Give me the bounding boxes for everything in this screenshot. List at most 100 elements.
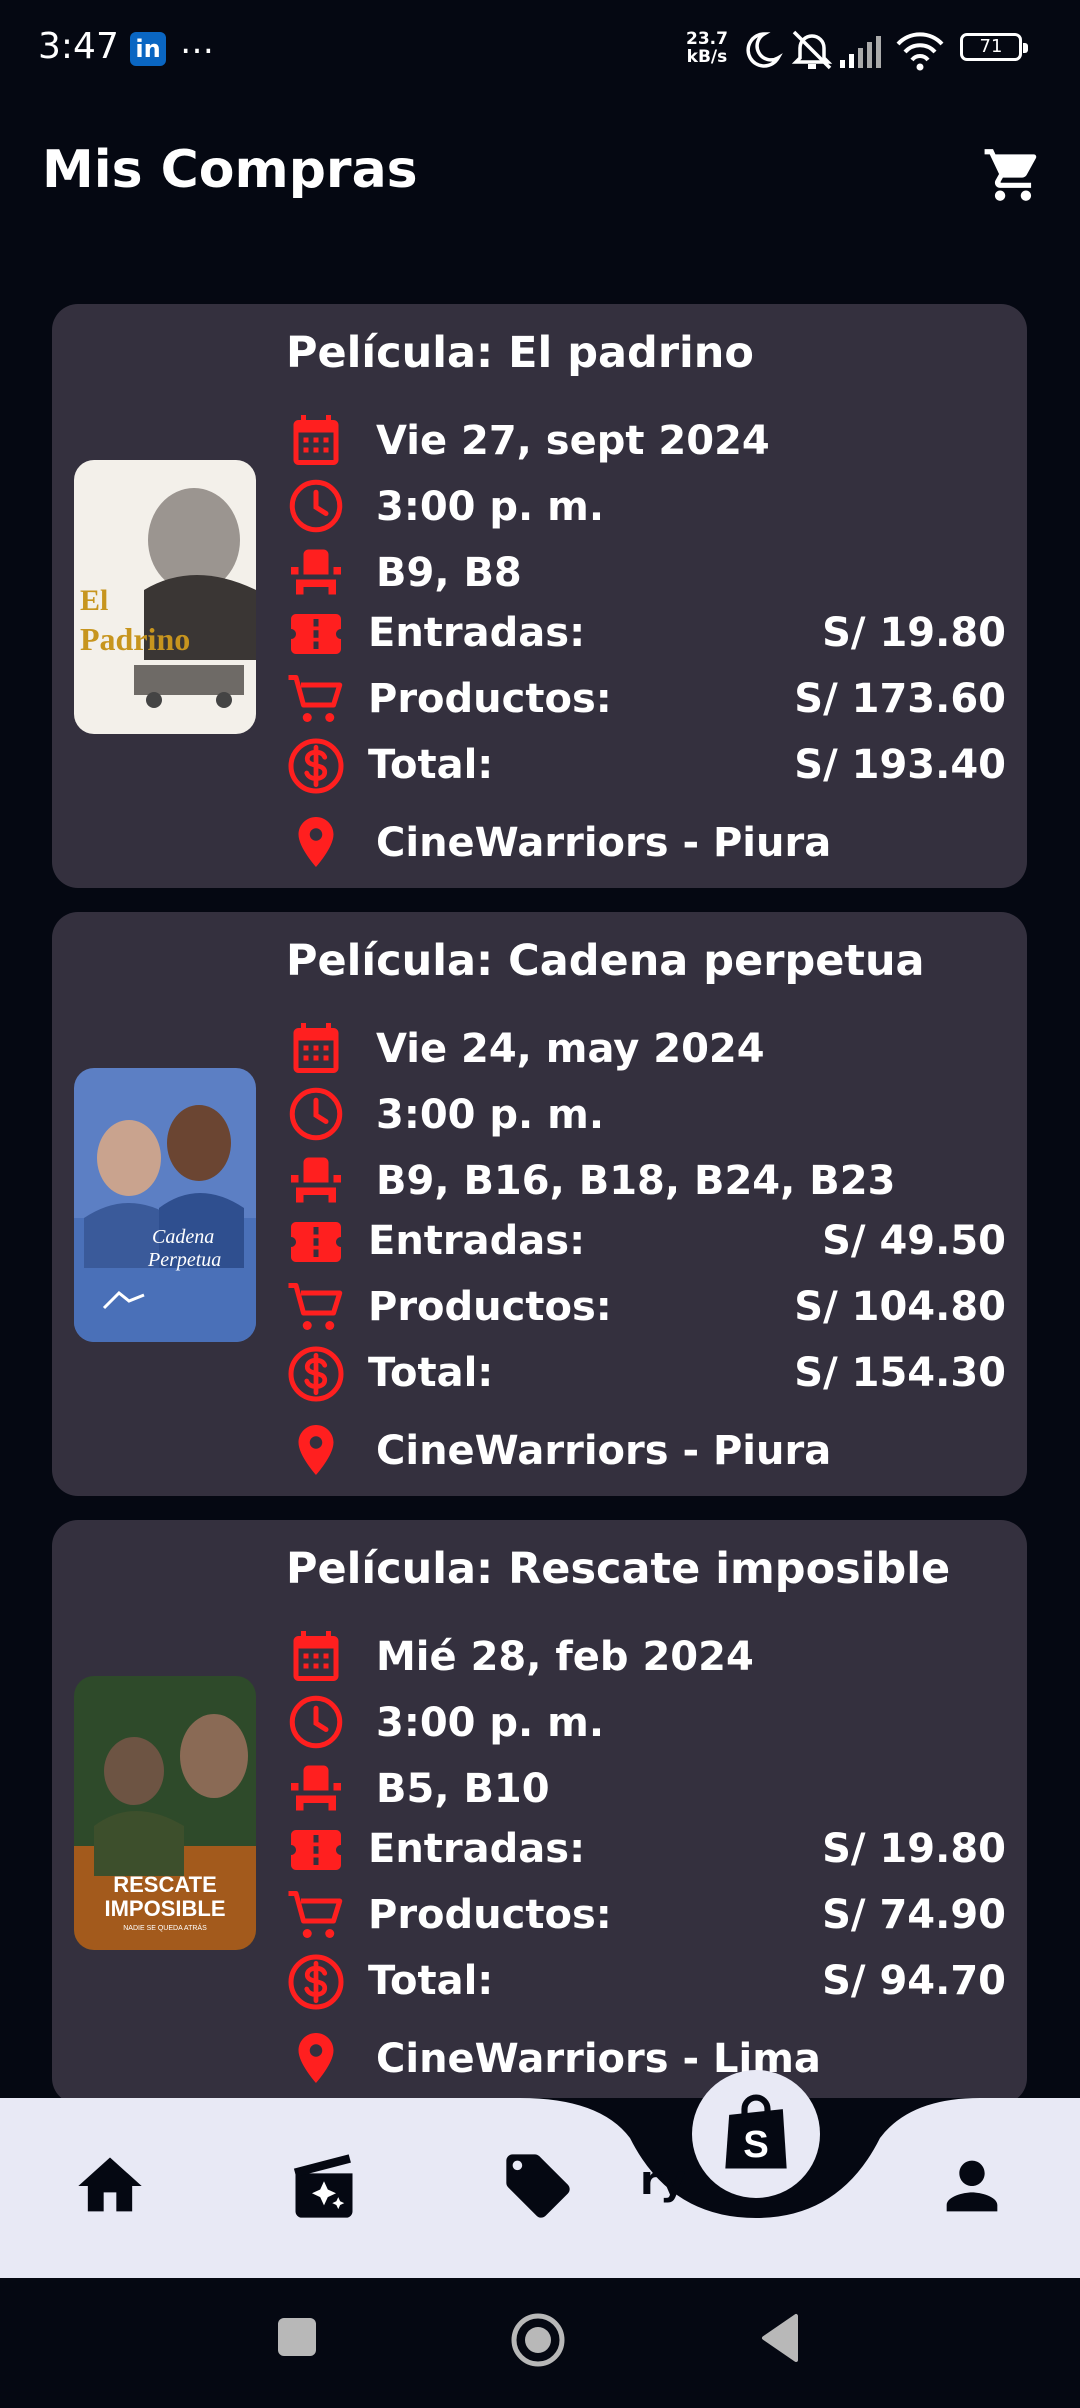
movie-poster-el-padrino: El Padrino [74, 460, 256, 734]
cart-icon [286, 670, 346, 730]
more-notifications-icon: … [180, 22, 214, 62]
nav-profile-button[interactable] [934, 2148, 1010, 2224]
clock-icon [286, 476, 346, 536]
time-row: 3:00 p. m. [286, 1084, 1006, 1144]
tickets-label: Entradas: [368, 610, 586, 656]
purchase-seats: B9, B8 [376, 550, 522, 596]
clock-icon [286, 1692, 346, 1752]
poster-title-imposible: IMPOSIBLE [104, 1896, 225, 1921]
calendar-icon [286, 410, 346, 470]
tickets-value: S/ 19.80 [822, 610, 1006, 656]
battery-icon: 71 [960, 33, 1028, 61]
nav-promotions-button[interactable] [500, 2148, 576, 2224]
total-value: S/ 94.70 [822, 1958, 1006, 2004]
dollar-icon [286, 1952, 346, 2012]
purchase-location: CineWarriors - Piura [376, 1428, 832, 1474]
total-value: S/ 154.30 [794, 1350, 1006, 1396]
purchase-card[interactable]: El Padrino Película: El padrino Vie 27, … [52, 304, 1027, 888]
home-icon [78, 2157, 142, 2212]
purchase-location: CineWarriors - Piura [376, 820, 832, 866]
location-pin-icon [286, 2028, 346, 2088]
nav-shop-button[interactable]: S [692, 2070, 820, 2198]
movie-title: Película: Cadena perpetua [286, 936, 925, 986]
network-speed: 23.7 kB/s [686, 30, 728, 66]
poster-title-cadena: Cadena [152, 1226, 214, 1248]
status-time: 3:47 [38, 26, 119, 67]
cart-icon [286, 1278, 346, 1338]
purchase-time: 3:00 p. m. [376, 1092, 605, 1138]
products-row: Productos: S/ 74.90 [286, 1886, 1006, 1946]
movie-title: Película: Rescate imposible [286, 1544, 951, 1594]
tickets-row: Entradas: S/ 19.80 [286, 1820, 1006, 1880]
tickets-label: Entradas: [368, 1218, 586, 1264]
total-row: Total: S/ 94.70 [286, 1952, 1006, 2012]
dollar-icon [286, 1344, 346, 1404]
purchase-time: 3:00 p. m. [376, 484, 605, 530]
products-value: S/ 173.60 [794, 676, 1006, 722]
ticket-icon [286, 1212, 346, 1272]
seat-icon [286, 1758, 346, 1818]
calendar-icon [286, 1018, 346, 1078]
products-row: Productos: S/ 173.60 [286, 670, 1006, 730]
date-row: Mié 28, feb 2024 [286, 1626, 1006, 1686]
products-label: Productos: [368, 1284, 612, 1330]
total-row: Total: S/ 193.40 [286, 736, 1006, 796]
total-label: Total: [368, 1350, 494, 1396]
signal-icon [840, 36, 881, 68]
products-value: S/ 104.80 [794, 1284, 1006, 1330]
location-pin-icon [286, 812, 346, 872]
status-icons [746, 30, 944, 71]
purchase-time: 3:00 p. m. [376, 1700, 605, 1746]
cart-button[interactable] [982, 144, 1044, 206]
wifi-icon [896, 32, 944, 71]
purchase-card[interactable]: Cadena Perpetua Película: Cadena perpetu… [52, 912, 1027, 1496]
tickets-row: Entradas: S/ 49.50 [286, 1212, 1006, 1272]
clock-icon [286, 1084, 346, 1144]
seat-icon [286, 1150, 346, 1210]
purchase-date: Vie 27, sept 2024 [376, 418, 770, 464]
dollar-icon [286, 736, 346, 796]
poster-title-rescate: RESCATE [113, 1872, 217, 1897]
location-row: CineWarriors - Lima [286, 2028, 1006, 2088]
products-label: Productos: [368, 676, 612, 722]
poster-title-el: El [80, 584, 108, 617]
home-circle-icon [511, 2313, 565, 2367]
seats-row: B9, B16, B18, B24, B23 [286, 1150, 1006, 1210]
products-value: S/ 74.90 [822, 1892, 1006, 1938]
seat-icon [286, 542, 346, 602]
back-icon [762, 2314, 798, 2362]
back-button[interactable] [756, 2310, 812, 2366]
poster-tagline: NADIE SE QUEDA ATRÁS [123, 1923, 207, 1932]
products-row: Productos: S/ 104.80 [286, 1278, 1006, 1338]
total-label: Total: [368, 1958, 494, 2004]
nav-partial-label: ry [640, 2158, 686, 2204]
recents-icon [278, 2318, 316, 2356]
purchase-card[interactable]: RESCATE IMPOSIBLE NADIE SE QUEDA ATRÁS P… [52, 1520, 1027, 2104]
poster-title-padrino: Padrino [80, 621, 190, 657]
status-bar: 3:47 in … 23.7 kB/s 71 [0, 0, 1080, 100]
total-value: S/ 193.40 [794, 742, 1006, 788]
time-row: 3:00 p. m. [286, 476, 1006, 536]
tickets-row: Entradas: S/ 19.80 [286, 604, 1006, 664]
ticket-icon [286, 604, 346, 664]
purchase-seats: B9, B16, B18, B24, B23 [376, 1158, 896, 1204]
nav-movies-button[interactable] [286, 2148, 362, 2224]
total-row: Total: S/ 154.30 [286, 1344, 1006, 1404]
svg-text:S: S [743, 2123, 769, 2166]
movie-poster-rescate-imposible: RESCATE IMPOSIBLE NADIE SE QUEDA ATRÁS [74, 1676, 256, 1950]
cart-icon [286, 1886, 346, 1946]
movies-icon [293, 2154, 353, 2218]
recents-button[interactable] [270, 2310, 326, 2366]
purchase-seats: B5, B10 [376, 1766, 550, 1812]
calendar-icon [286, 1626, 346, 1686]
nav-home-button[interactable] [72, 2148, 148, 2224]
location-pin-icon [286, 1420, 346, 1480]
network-speed-value: 23.7 [686, 29, 728, 49]
home-system-button[interactable] [508, 2310, 572, 2374]
page-title: Mis Compras [42, 140, 418, 200]
shop-icon: S [725, 2094, 787, 2169]
date-row: Vie 27, sept 2024 [286, 410, 1006, 470]
purchase-date: Mié 28, feb 2024 [376, 1634, 754, 1680]
movie-poster-cadena-perpetua: Cadena Perpetua [74, 1068, 256, 1342]
muted-bell-icon [791, 30, 833, 70]
